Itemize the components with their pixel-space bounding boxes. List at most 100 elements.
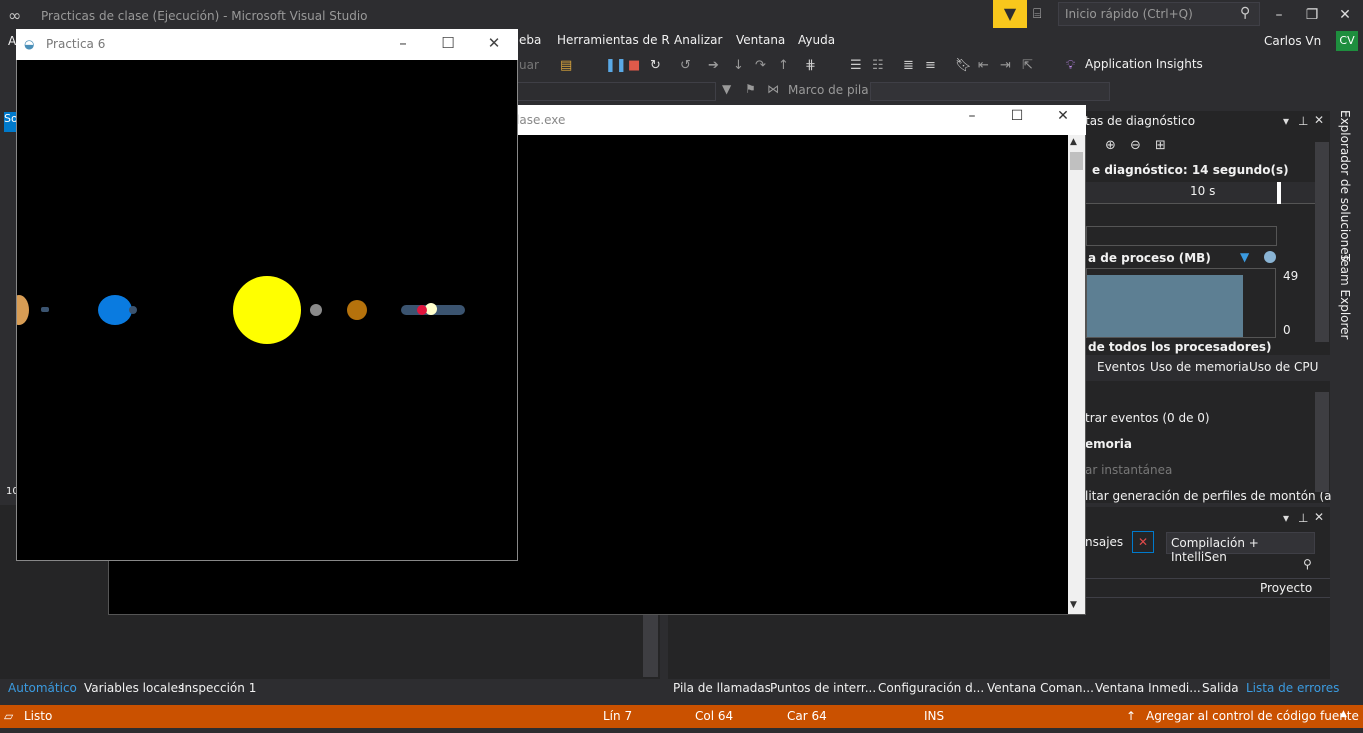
diagnostic-session-label: e diagnóstico: 14 segundo(s) [1092,163,1289,177]
step-over-icon[interactable]: ↷ [755,58,766,73]
process-memory-title: a de proceso (MB) [1088,251,1211,265]
tab-lista-errores[interactable]: Lista de errores [1246,681,1339,695]
timeline-tick: 10 s [1190,184,1216,198]
hot-reload-icon[interactable]: ↺ [680,58,691,73]
tab-pila-llamadas[interactable]: Pila de llamadas [673,681,771,695]
practica-maximize-button[interactable]: ☐ [433,34,463,52]
tab-solution-explorer[interactable]: Explorador de soluciones [1338,110,1352,261]
application-insights-button[interactable]: Application Insights [1085,57,1203,71]
tab-configuracion[interactable]: Configuración d... [878,681,984,695]
tab-ventana-comandos[interactable]: Ventana Coman... [987,681,1094,695]
restart-icon[interactable]: ↻ [650,58,661,73]
chevron-up-icon[interactable]: ▲ [1340,709,1347,719]
restore-button[interactable]: ❐ [1297,4,1327,26]
diagnostics-icon[interactable]: ▤ [560,58,572,73]
planet-mercury [310,304,322,316]
clear-filter-icon[interactable]: ✕ [1132,531,1154,553]
take-snapshot-button[interactable]: ar instantánea [1085,463,1172,477]
status-ready: Listo [24,709,53,723]
planet-venus [347,300,367,320]
stack-filter-icon[interactable]: ⋈ [767,82,779,96]
menu-item-prueba[interactable]: eba [519,33,541,47]
reset-zoom-icon[interactable]: ⊞ [1155,138,1166,153]
menu-item-herramientas-r[interactable]: Herramientas de R [557,33,670,47]
console-close-button[interactable]: ✕ [1048,108,1078,124]
application-insights-icon[interactable]: 💡︎ [1066,58,1075,73]
menu-item-analizar[interactable]: Analizar [674,33,722,47]
filter-icon[interactable]: ▼ [722,82,731,96]
quick-launch-input[interactable]: Inicio rápido (Ctrl+Q) [1058,2,1260,26]
comment-icon[interactable]: ≣ [903,58,914,73]
events-track [1086,226,1277,246]
panel-close-icon[interactable]: ✕ [1314,510,1324,524]
close-button[interactable]: ✕ [1330,4,1360,26]
menu-item-ventana[interactable]: Ventana [736,33,785,47]
pin-icon[interactable]: ⊥ [1298,114,1308,128]
project-column-header[interactable]: Proyecto [1260,581,1312,595]
search-icon[interactable]: ⚲ [1303,557,1312,571]
thread-dropdown[interactable] [517,82,716,101]
autos-scrollbar[interactable] [643,615,658,677]
flag-icon[interactable]: ⚑ [745,82,756,96]
practica-close-button[interactable]: ✕ [479,34,509,52]
feedback-icon[interactable]: ⌸ [1033,6,1051,22]
practica-minimize-button[interactable]: – [388,34,418,52]
console-scrollbar[interactable] [1068,135,1085,614]
add-source-control-button[interactable]: Agregar al control de código fuente [1146,709,1359,723]
console-minimize-button[interactable]: – [957,108,987,124]
notification-filter-icon[interactable]: ▼ [993,0,1027,28]
tab-inspeccion[interactable]: Inspección 1 [181,681,256,695]
user-name[interactable]: Carlos Vn [1264,34,1321,48]
panel-close-icon[interactable]: ✕ [1314,113,1324,127]
zoom-in-icon[interactable]: ⊕ [1105,138,1116,153]
avatar[interactable]: CV [1336,31,1358,51]
tab-variables-locales[interactable]: Variables locales [84,681,184,695]
format-icon[interactable]: ☰ [850,58,862,73]
toolbar-dropdown-text[interactable]: uar [519,58,539,72]
upload-icon[interactable]: ↑ [1126,709,1136,723]
dropdown-chevron-icon[interactable]: ▾ [1283,511,1289,525]
tab-ventana-inmediato[interactable]: Ventana Inmedi... [1095,681,1201,695]
build-intellisense-dropdown[interactable]: Compilación + IntelliSen [1166,532,1315,564]
timeline-cursor[interactable] [1277,182,1281,204]
heap-profiling-checkbox[interactable]: litar generación de perfiles de montón (… [1085,489,1332,503]
summary-scrollbar[interactable] [1315,392,1329,492]
status-icon: ▱ [4,709,14,723]
indent-icon[interactable]: ☷ [872,58,884,73]
pause-icon[interactable]: ❚❚ [605,58,627,73]
tab-automatico[interactable]: Automático [8,681,77,695]
tab-uso-cpu[interactable]: Uso de CPU [1249,360,1318,374]
next-bookmark-icon[interactable]: ⇥ [1000,58,1011,73]
tab-eventos[interactable]: Eventos [1097,360,1145,374]
scroll-down-icon[interactable]: ▼ [1070,600,1077,610]
memory-section-title: emoria [1085,437,1133,451]
console-maximize-button[interactable]: ☐ [1002,108,1032,124]
stack-frame-dropdown[interactable] [870,82,1110,101]
uncomment-icon[interactable]: ≡ [925,58,936,73]
show-next-statement-icon[interactable]: ➔ [708,58,719,73]
events-filter-link[interactable]: trar eventos (0 de 0) [1085,411,1210,425]
search-icon[interactable]: ⚲ [1240,5,1250,21]
tab-team-explorer[interactable]: Team Explorer [1338,254,1352,340]
pin-icon[interactable]: ⊥ [1298,511,1308,525]
thread-filter-icon[interactable]: ⋕ [805,58,816,73]
prev-bookmark-icon[interactable]: ⇤ [978,58,989,73]
menu-item-ayuda[interactable]: Ayuda [798,33,835,47]
messages-filter-button[interactable]: nsajes [1085,535,1123,549]
tab-salida[interactable]: Salida [1202,681,1239,695]
minimize-button[interactable]: – [1264,4,1294,26]
tab-puntos-interrupcion[interactable]: Puntos de interr... [770,681,876,695]
stop-icon[interactable]: ■ [628,58,640,73]
zoom-out-icon[interactable]: ⊖ [1130,138,1141,153]
tab-uso-memoria[interactable]: Uso de memoria [1150,360,1249,374]
clear-bookmarks-icon[interactable]: ⇱ [1022,58,1033,73]
console-scroll-thumb[interactable] [1070,152,1083,170]
scroll-up-icon[interactable]: ▲ [1070,137,1077,147]
step-into-icon[interactable]: ↓ [733,58,744,73]
step-out-icon[interactable]: ↑ [778,58,789,73]
menu-item-archivo[interactable]: A [8,34,16,48]
snapshot-marker-icon: ▼ [1240,250,1250,264]
bookmark-icon[interactable]: 🔖︎ [955,58,972,73]
dropdown-chevron-icon[interactable]: ▾ [1283,114,1289,128]
diag-scrollbar[interactable] [1315,142,1329,342]
